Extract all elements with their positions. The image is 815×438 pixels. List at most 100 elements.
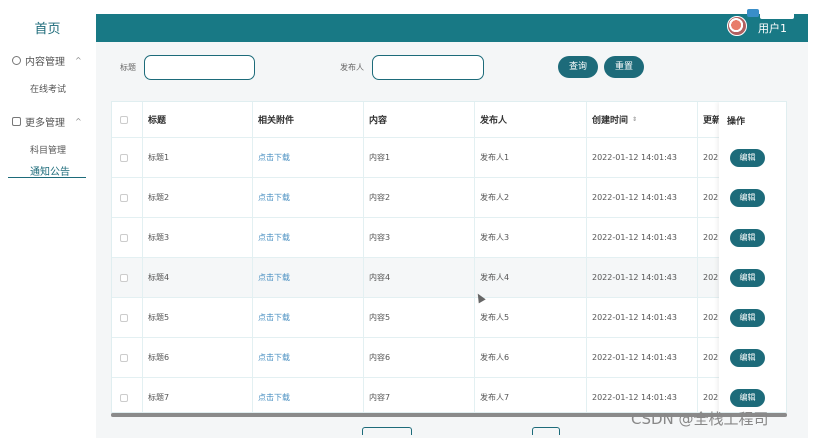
notice-table: 标题 相关附件 内容 发布人 创建时间 ⇕ 更新 标题1 点击下载 内容1 发布人1 20…	[111, 101, 787, 413]
cell-title: 标题3	[148, 233, 170, 242]
cell-title-wrap: 标题5	[143, 298, 253, 337]
cell-created-wrap: 2022-01-12 14:01:43	[587, 298, 698, 337]
cell-title: 标题4	[148, 273, 170, 282]
query-button[interactable]: 查询	[558, 56, 598, 78]
cell-title: 标题6	[148, 353, 170, 362]
sidebar-group-more[interactable]: 更多管理 ^	[12, 114, 92, 129]
reset-button[interactable]: 重置	[604, 56, 644, 78]
select-all-checkbox[interactable]	[120, 115, 128, 124]
cell-publisher: 发布人1	[480, 153, 510, 162]
table-row: 标题2 点击下载 内容2 发布人2 2022-01-12 14:01:43 202	[112, 178, 786, 218]
chevron-up-icon: ^	[75, 56, 82, 65]
cell-attachment-link[interactable]: 点击下载	[258, 392, 290, 403]
cell-created-wrap: 2022-01-12 14:01:43	[587, 218, 698, 257]
cell-content-wrap: 内容5	[364, 298, 475, 337]
edit-button[interactable]: 编辑	[730, 269, 765, 287]
sidebar-item-online-exam[interactable]: 在线考试	[0, 82, 95, 95]
cell-content-wrap: 内容1	[364, 138, 475, 177]
cell-attachment-link[interactable]: 点击下载	[258, 352, 290, 363]
title-label: 标题	[120, 63, 136, 72]
cell-publisher: 发布人3	[480, 233, 510, 242]
sidebar-group-label: 更多管理	[25, 118, 65, 129]
cell-title: 标题1	[148, 153, 170, 162]
sidebar-home[interactable]: 首页	[0, 18, 95, 37]
table-row: 标题6 点击下载 内容6 发布人6 2022-01-12 14:01:43 202	[112, 338, 786, 378]
cell-attachment-wrap: 点击下载	[253, 178, 364, 217]
row-checkbox[interactable]	[120, 393, 128, 402]
cell-content: 内容7	[369, 393, 391, 402]
col-operation: 操作	[727, 117, 746, 127]
pagination-stub	[532, 427, 560, 435]
cell-title-wrap: 标题1	[143, 138, 253, 177]
cell-attachment-link[interactable]: 点击下载	[258, 152, 290, 163]
cell-created: 2022-01-12 14:01:43	[592, 273, 677, 282]
row-checkbox[interactable]	[120, 273, 128, 282]
select-cell	[112, 298, 143, 337]
row-checkbox[interactable]	[120, 233, 128, 242]
cell-content-wrap: 内容4	[364, 258, 475, 297]
cell-title-wrap: 标题2	[143, 178, 253, 217]
row-checkbox[interactable]	[120, 313, 128, 322]
cell-title: 标题2	[148, 193, 170, 202]
select-cell	[112, 258, 143, 297]
cell-created-wrap: 2022-01-12 14:01:43	[587, 138, 698, 177]
edit-button[interactable]: 编辑	[730, 389, 765, 407]
cell-created: 2022-01-12 14:01:43	[592, 233, 677, 242]
cell-publisher-wrap: 发布人7	[475, 378, 587, 412]
cell-publisher-wrap: 发布人3	[475, 218, 587, 257]
select-cell	[112, 138, 143, 177]
cell-attachment-link[interactable]: 点击下载	[258, 312, 290, 323]
cell-publisher: 发布人7	[480, 393, 510, 402]
col-title: 标题	[143, 102, 253, 137]
sidebar-group-content[interactable]: 内容管理 ^	[12, 53, 92, 68]
row-checkbox[interactable]	[120, 353, 128, 362]
cell-created-wrap: 2022-01-12 14:01:43	[587, 258, 698, 297]
cell-publisher: 发布人2	[480, 193, 510, 202]
cell-publisher-wrap: 发布人2	[475, 178, 587, 217]
cell-updated: 202	[703, 393, 719, 402]
sidebar-group-label: 内容管理	[25, 57, 65, 68]
cell-title-wrap: 标题6	[143, 338, 253, 377]
sort-icon[interactable]: ⇕	[632, 116, 637, 123]
cell-attachment-wrap: 点击下载	[253, 138, 364, 177]
cell-publisher: 发布人6	[480, 353, 510, 362]
cell-attachment-link[interactable]: 点击下载	[258, 192, 290, 203]
edit-button[interactable]: 编辑	[730, 229, 765, 247]
avatar[interactable]	[727, 16, 747, 36]
cell-title: 标题7	[148, 393, 170, 402]
cell-updated: 202	[703, 233, 719, 242]
edit-button[interactable]: 编辑	[730, 189, 765, 207]
cell-publisher-wrap: 发布人6	[475, 338, 587, 377]
more-icon	[12, 117, 21, 126]
cell-attachment-wrap: 点击下载	[253, 258, 364, 297]
pagination-stub	[362, 427, 412, 435]
cell-title-wrap: 标题4	[143, 258, 253, 297]
publisher-search-input[interactable]	[372, 55, 484, 80]
cell-title-wrap: 标题3	[143, 218, 253, 257]
cell-content: 内容3	[369, 233, 391, 242]
sidebar-item-notice[interactable]: 通知公告	[0, 163, 95, 178]
cell-content: 内容6	[369, 353, 391, 362]
cell-attachment-wrap: 点击下载	[253, 338, 364, 377]
col-created[interactable]: 创建时间 ⇕	[587, 102, 698, 137]
cell-created: 2022-01-12 14:01:43	[592, 193, 677, 202]
edit-button[interactable]: 编辑	[730, 309, 765, 327]
cell-created: 2022-01-12 14:01:43	[592, 153, 677, 162]
row-checkbox[interactable]	[120, 193, 128, 202]
sidebar-item-subject[interactable]: 科目管理	[0, 143, 95, 156]
row-checkbox[interactable]	[120, 153, 128, 162]
edit-button[interactable]: 编辑	[730, 349, 765, 367]
top-bar	[96, 14, 808, 42]
publisher-label: 发布人	[340, 63, 364, 72]
edit-button[interactable]: 编辑	[730, 149, 765, 167]
user-name[interactable]: 用户1	[758, 20, 787, 36]
title-search-input[interactable]	[144, 55, 255, 80]
cell-attachment-wrap: 点击下载	[253, 298, 364, 337]
col-created-label: 创建时间	[592, 116, 629, 126]
cell-created: 2022-01-12 14:01:43	[592, 313, 677, 322]
cell-attachment-link[interactable]: 点击下载	[258, 232, 290, 243]
cell-attachment-link[interactable]: 点击下载	[258, 272, 290, 283]
cell-content-wrap: 内容3	[364, 218, 475, 257]
cell-publisher-wrap: 发布人4	[475, 258, 587, 297]
cell-publisher-wrap: 发布人5	[475, 298, 587, 337]
